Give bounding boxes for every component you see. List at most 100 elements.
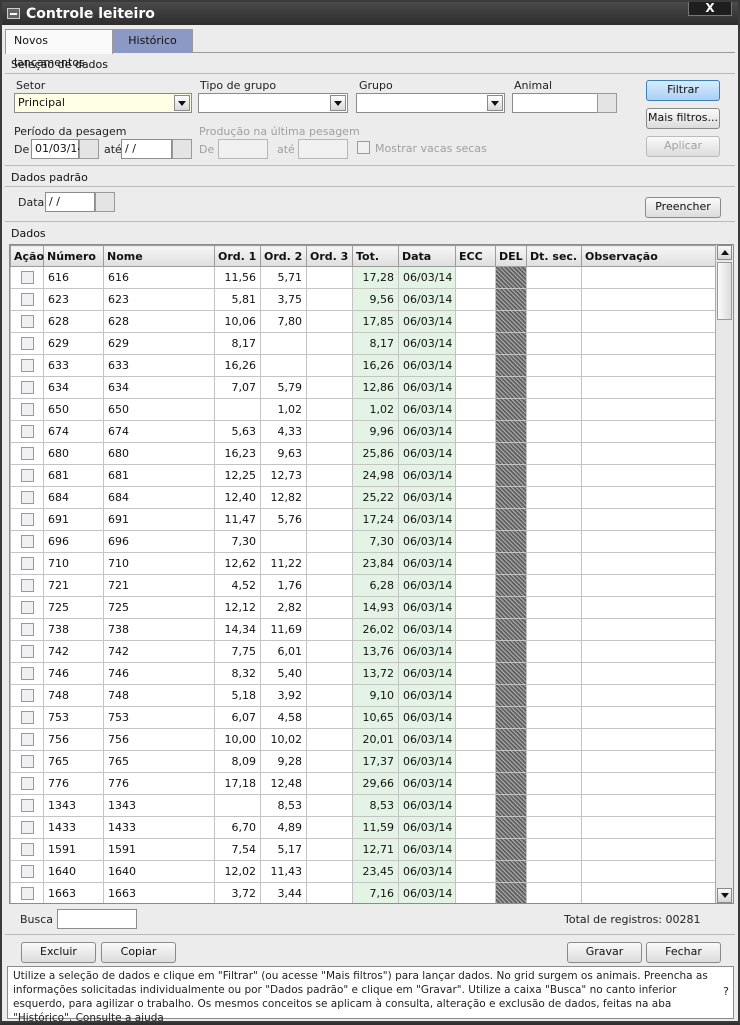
table-row[interactable]: 1433 1433 6,70 4,89 11,59 06/03/14 [10,816,716,839]
dt-sec-cell[interactable] [526,794,582,817]
row-checkbox[interactable] [20,315,34,329]
acao-cell[interactable] [10,266,44,289]
ecc-cell[interactable] [455,750,496,773]
ord1-cell[interactable]: 14,34 [214,618,261,641]
ord2-cell[interactable]: 11,43 [260,860,307,883]
ord2-cell[interactable]: 1,76 [260,574,307,597]
ecc-cell[interactable] [455,266,496,289]
dt-sec-cell[interactable] [526,530,582,553]
padrao-data-input[interactable]: / / [45,192,95,212]
gravar-button[interactable]: Gravar [567,942,642,963]
ord1-cell[interactable] [214,398,261,421]
ord3-cell[interactable] [306,420,353,443]
row-checkbox[interactable] [20,601,34,615]
numero-cell[interactable]: 725 [43,596,104,619]
nome-cell[interactable]: 691 [103,508,215,531]
table-row[interactable]: 753 753 6,07 4,58 10,65 06/03/14 [10,706,716,729]
scroll-thumb[interactable] [717,262,732,320]
acao-cell[interactable] [10,618,44,641]
data-cell[interactable]: 06/03/14 [398,750,456,773]
column-header[interactable]: Ord. 2 [260,245,307,267]
ecc-cell[interactable] [455,816,496,839]
numero-cell[interactable]: 746 [43,662,104,685]
nome-cell[interactable]: 725 [103,596,215,619]
table-row[interactable]: 738 738 14,34 11,69 26,02 06/03/14 [10,618,716,641]
acao-cell[interactable] [10,530,44,553]
table-row[interactable]: 746 746 8,32 5,40 13,72 06/03/14 [10,662,716,685]
row-checkbox[interactable] [20,469,34,483]
numero-cell[interactable]: 623 [43,288,104,311]
row-checkbox[interactable] [20,623,34,637]
ecc-cell[interactable] [455,310,496,333]
ecc-cell[interactable] [455,838,496,861]
row-checkbox[interactable] [20,425,34,439]
data-cell[interactable]: 06/03/14 [398,728,456,751]
close-button[interactable]: X [688,2,732,16]
ecc-cell[interactable] [455,398,496,421]
ecc-cell[interactable] [455,420,496,443]
ecc-cell[interactable] [455,332,496,355]
mostrar-secas-checkbox[interactable] [357,141,370,154]
data-cell[interactable]: 06/03/14 [398,838,456,861]
observacao-cell[interactable] [581,728,716,751]
calendar-de-button[interactable] [79,139,99,159]
numero-cell[interactable]: 748 [43,684,104,707]
ord2-cell[interactable]: 11,69 [260,618,307,641]
observacao-cell[interactable] [581,530,716,553]
ecc-cell[interactable] [455,530,496,553]
table-row[interactable]: 1663 1663 3,72 3,44 7,16 06/03/14 [10,882,716,903]
column-header[interactable]: Tot. [352,245,399,267]
numero-cell[interactable]: 628 [43,310,104,333]
dt-sec-cell[interactable] [526,552,582,575]
row-checkbox[interactable] [20,667,34,681]
ord1-cell[interactable]: 11,47 [214,508,261,531]
acao-cell[interactable] [10,640,44,663]
ord1-cell[interactable]: 12,40 [214,486,261,509]
numero-cell[interactable]: 776 [43,772,104,795]
dt-sec-cell[interactable] [526,684,582,707]
ord1-cell[interactable] [214,794,261,817]
observacao-cell[interactable] [581,596,716,619]
data-cell[interactable]: 06/03/14 [398,310,456,333]
chevron-down-icon[interactable] [487,95,503,111]
acao-cell[interactable] [10,376,44,399]
dt-sec-cell[interactable] [526,596,582,619]
data-cell[interactable]: 06/03/14 [398,332,456,355]
periodo-ate-input[interactable]: / / [121,139,172,159]
row-checkbox[interactable] [20,711,34,725]
dt-sec-cell[interactable] [526,266,582,289]
observacao-cell[interactable] [581,860,716,883]
ord2-cell[interactable]: 12,73 [260,464,307,487]
row-checkbox[interactable] [20,403,34,417]
data-cell[interactable]: 06/03/14 [398,464,456,487]
ord3-cell[interactable] [306,772,353,795]
acao-cell[interactable] [10,508,44,531]
acao-cell[interactable] [10,486,44,509]
ecc-cell[interactable] [455,354,496,377]
nome-cell[interactable]: 684 [103,486,215,509]
ord3-cell[interactable] [306,882,353,903]
acao-cell[interactable] [10,772,44,795]
ord3-cell[interactable] [306,508,353,531]
acao-cell[interactable] [10,794,44,817]
data-cell[interactable]: 06/03/14 [398,288,456,311]
row-checkbox[interactable] [20,337,34,351]
dt-sec-cell[interactable] [526,310,582,333]
data-cell[interactable]: 06/03/14 [398,684,456,707]
ord2-cell[interactable]: 9,63 [260,442,307,465]
table-row[interactable]: 674 674 5,63 4,33 9,96 06/03/14 [10,420,716,443]
numero-cell[interactable]: 680 [43,442,104,465]
data-cell[interactable]: 06/03/14 [398,398,456,421]
nome-cell[interactable]: 738 [103,618,215,641]
dt-sec-cell[interactable] [526,354,582,377]
ecc-cell[interactable] [455,464,496,487]
animal-input[interactable] [512,93,598,113]
ord1-cell[interactable]: 6,07 [214,706,261,729]
ord1-cell[interactable]: 12,02 [214,860,261,883]
observacao-cell[interactable] [581,882,716,903]
ecc-cell[interactable] [455,596,496,619]
nome-cell[interactable]: 633 [103,354,215,377]
ord3-cell[interactable] [306,310,353,333]
row-checkbox[interactable] [20,843,34,857]
ecc-cell[interactable] [455,618,496,641]
